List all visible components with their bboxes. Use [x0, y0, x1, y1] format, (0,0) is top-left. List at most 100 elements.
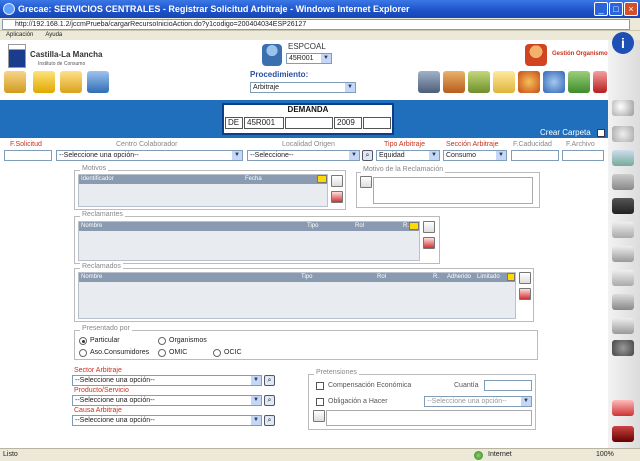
- radio-ocic-label: OCIC: [224, 349, 242, 356]
- laptop-icon[interactable]: [418, 71, 440, 93]
- col-nombre: Nombre: [81, 274, 103, 280]
- presentado-legend: Presentado por: [80, 325, 132, 332]
- library-icon[interactable]: [443, 71, 465, 93]
- col-adherido: Adherido: [447, 274, 472, 280]
- f-solicitud-input[interactable]: [4, 150, 52, 161]
- reclamados-legend: Reclamados: [80, 263, 123, 270]
- edit-pretension-icon[interactable]: [313, 410, 325, 422]
- zoom-icon[interactable]: [612, 100, 634, 116]
- close-icon[interactable]: ×: [624, 2, 638, 16]
- calculator-icon[interactable]: [568, 71, 590, 93]
- stats-icon[interactable]: [593, 71, 607, 93]
- radio-aso-consumidores[interactable]: [79, 349, 87, 357]
- settings-gear-icon[interactable]: [612, 340, 634, 356]
- printer-icon[interactable]: [612, 318, 634, 334]
- envelope-icon[interactable]: [493, 71, 515, 93]
- chevron-down-icon: ▼: [232, 151, 242, 160]
- seccion-arbitraje-select[interactable]: Consumo ▼: [443, 150, 507, 161]
- radio-organismos[interactable]: [158, 337, 166, 345]
- copy-icon[interactable]: [612, 222, 634, 238]
- export-excel-icon[interactable]: [409, 222, 419, 230]
- books-icon[interactable]: [612, 150, 634, 166]
- f-caducidad-input[interactable]: [511, 150, 559, 161]
- zone-text: Internet: [488, 451, 512, 458]
- causa-search-icon[interactable]: ⌕: [264, 415, 275, 426]
- menu-bar: Aplicación Ayuda: [0, 31, 640, 40]
- user-label: ESPCOAL: [288, 42, 326, 51]
- export-excel-icon[interactable]: [317, 175, 327, 183]
- minimize-icon[interactable]: _: [594, 2, 608, 16]
- sector-search-icon[interactable]: ⌕: [264, 375, 275, 386]
- list-icon[interactable]: [612, 174, 634, 190]
- col-rol: Rol: [355, 223, 365, 229]
- f-archivo-input[interactable]: [562, 150, 604, 161]
- producto-search-icon[interactable]: ⌕: [264, 395, 275, 406]
- add-reclamante-icon[interactable]: [423, 221, 435, 233]
- sector-select[interactable]: --Seleccione una opción-- ▼: [72, 375, 262, 386]
- organismo-icon[interactable]: [525, 44, 547, 66]
- archive-icon[interactable]: [468, 71, 490, 93]
- stack-icon[interactable]: [612, 294, 634, 310]
- localidad-search-icon[interactable]: ⌕: [362, 150, 373, 161]
- motivos-grid-header: Identificador Fecha: [79, 175, 327, 184]
- remove-reclamante-icon[interactable]: [423, 237, 435, 249]
- export-excel-icon[interactable]: [507, 273, 515, 281]
- motivo-reclamacion-textarea[interactable]: [373, 177, 533, 204]
- menu-aplicacion[interactable]: Aplicación: [6, 32, 33, 38]
- compensacion-checkbox[interactable]: [316, 382, 324, 390]
- causa-select[interactable]: --Seleccione una opción-- ▼: [72, 415, 262, 426]
- add-reclamado-icon[interactable]: [519, 272, 531, 284]
- demanda-number: [285, 117, 333, 129]
- url-field[interactable]: http://192.168.1.2/jccmPrueba/cargarRecu…: [2, 19, 630, 30]
- procedimiento-label: Procedimiento:: [250, 70, 309, 79]
- info-icon[interactable]: i: [612, 32, 634, 54]
- edit-motivo-icon[interactable]: [360, 176, 372, 188]
- menu-ayuda[interactable]: Ayuda: [45, 32, 62, 38]
- logo-subtitle: Instituto de Consumo: [38, 61, 86, 67]
- pretension-textarea[interactable]: [326, 410, 532, 426]
- radio-ocic[interactable]: [213, 349, 221, 357]
- crear-carpeta-checkbox[interactable]: [597, 129, 605, 137]
- back-icon[interactable]: [612, 126, 634, 142]
- centro-colaborador-select[interactable]: --Seleccione una opción-- ▼: [56, 150, 243, 161]
- seccion-arbitraje-label: Sección Arbitraje: [446, 141, 499, 148]
- folder-icon[interactable]: [60, 71, 82, 93]
- col-limitado: Limitado: [477, 274, 500, 280]
- col-rol: Rol: [377, 274, 387, 280]
- localidad-origen-label: Localidad Origen: [282, 141, 335, 148]
- search-globe-icon[interactable]: [543, 71, 565, 93]
- zoom-level[interactable]: 100%: [596, 449, 614, 461]
- globe-icon[interactable]: [518, 71, 540, 93]
- status-bar: Listo Internet 100%: [0, 448, 640, 461]
- producto-select[interactable]: --Seleccione una opción-- ▼: [72, 395, 262, 406]
- obligacion-label: Obligación a Hacer: [328, 398, 388, 405]
- user-office-select[interactable]: 45R001 ▼: [286, 53, 332, 64]
- computer-icon[interactable]: [87, 71, 109, 93]
- remove-motivo-icon[interactable]: [331, 191, 343, 203]
- obligacion-checkbox[interactable]: [316, 398, 324, 406]
- attach-icon[interactable]: [612, 270, 634, 286]
- motivos-legend: Motivos: [80, 165, 109, 172]
- document-icon[interactable]: [4, 71, 26, 93]
- tipo-arbitraje-select[interactable]: Equidad ▼: [376, 150, 440, 161]
- cuantia-input[interactable]: [484, 380, 532, 391]
- obligacion-select[interactable]: --Seleccione una opción-- ▼: [424, 396, 532, 407]
- url-text: http://192.168.1.2/jccmPrueba/cargarRecu…: [15, 21, 307, 28]
- sector-value: --Seleccione una opción--: [75, 377, 155, 384]
- localidad-origen-select[interactable]: --Seleccione-- ▼: [247, 150, 360, 161]
- exit-icon[interactable]: [612, 426, 634, 442]
- gestion-organismo-link[interactable]: Gestión Organismo: [552, 51, 608, 57]
- remove-reclamado-icon[interactable]: [519, 288, 531, 300]
- procedimiento-select[interactable]: Arbitraje ▼: [250, 82, 356, 93]
- radio-particular[interactable]: [79, 337, 87, 345]
- cancel-icon[interactable]: [612, 400, 634, 416]
- notes-icon[interactable]: [33, 71, 55, 93]
- chevron-down-icon: ▼: [429, 151, 439, 160]
- chevron-down-icon: ▼: [321, 54, 331, 63]
- save-disk-icon[interactable]: [612, 198, 634, 214]
- add-motivo-icon[interactable]: [331, 175, 343, 187]
- maximize-icon[interactable]: □: [609, 2, 623, 16]
- radio-omic[interactable]: [158, 349, 166, 357]
- causa-label: Causa Arbitraje: [74, 407, 122, 414]
- tools-icon[interactable]: [612, 246, 634, 262]
